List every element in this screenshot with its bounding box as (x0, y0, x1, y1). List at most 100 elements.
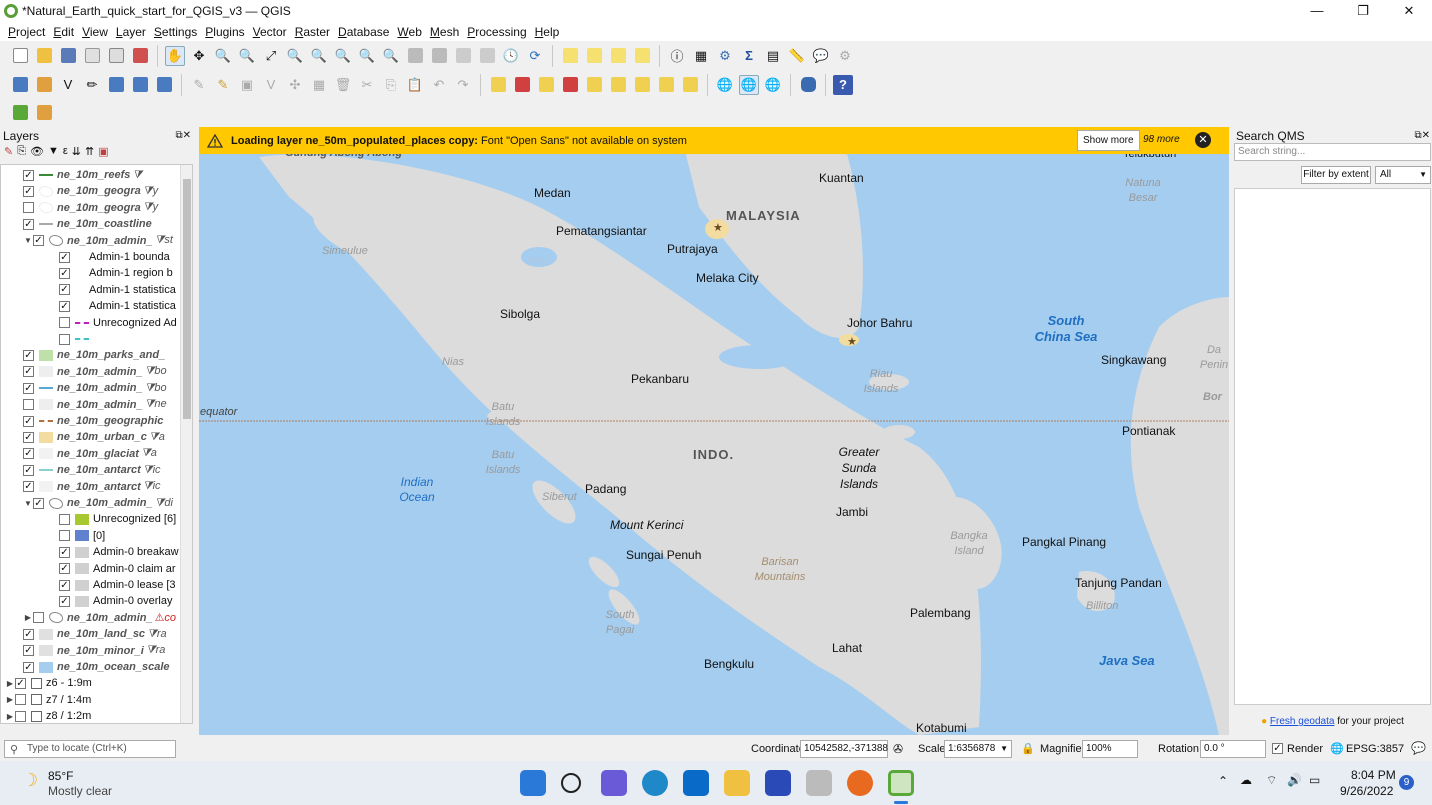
remove-layer-icon[interactable]: ▣ (98, 145, 108, 161)
qgis-taskbar-icon[interactable] (888, 770, 914, 796)
menu-layer[interactable]: Layer (116, 25, 146, 39)
expand-arrow-icon[interactable]: ▶ (23, 613, 33, 622)
layer-filter-icon[interactable]: ⧩ne (145, 398, 167, 411)
layer-filter-icon[interactable]: ⧩ra (147, 628, 167, 641)
render-checkbox[interactable]: ✓ (1272, 743, 1283, 754)
layer-visibility-checkbox[interactable]: ✓ (59, 579, 70, 591)
layer-filter-icon[interactable]: ⧩bo (145, 382, 167, 395)
layer-row[interactable]: ✓ ne_10m_geogra ⧩y (1, 183, 181, 199)
new-project-icon[interactable] (10, 46, 30, 66)
save-edits-icon[interactable]: ▣ (237, 75, 257, 95)
expand-arrow-icon[interactable]: ▶ (5, 712, 15, 721)
layer-row[interactable]: ne_10m_geogra ⧩y (1, 200, 181, 216)
qms-results-list[interactable] (1234, 188, 1431, 705)
menu-processing[interactable]: Processing (467, 25, 526, 39)
toggle-extents-icon[interactable]: ✇ (893, 742, 903, 756)
layer-filter-icon[interactable]: ⧩y (143, 185, 158, 198)
visual-studio-icon[interactable] (765, 770, 791, 796)
globe-search-icon[interactable]: 🌐 (739, 74, 759, 95)
clock-date[interactable]: 9/26/2022 (1340, 784, 1393, 798)
deselect-icon[interactable] (608, 46, 628, 66)
refresh-icon[interactable]: ⟳ (525, 46, 545, 66)
layer-row[interactable]: ✓ ne_10m_land_sc ⧩ra (1, 626, 181, 642)
menu-view[interactable]: View (82, 25, 108, 39)
file-explorer-icon[interactable] (724, 770, 750, 796)
select-location-icon[interactable] (632, 46, 652, 66)
add-vector-icon[interactable] (34, 75, 54, 95)
collapse-arrow-icon[interactable]: ▼ (23, 499, 33, 508)
add-delimited-text-icon[interactable]: V (58, 75, 78, 95)
save-project-icon[interactable] (58, 46, 78, 66)
layer-visibility-checkbox[interactable]: ✓ (23, 481, 34, 493)
layer-row[interactable]: ▼ ✓ ne_10m_admin_ ⧩di (1, 495, 181, 511)
layer-visibility-checkbox[interactable]: ✓ (59, 563, 70, 575)
firefox-icon[interactable] (847, 770, 873, 796)
layer-filter-icon[interactable]: ⧩st (155, 234, 173, 247)
layer-visibility-checkbox[interactable]: ✓ (33, 235, 44, 247)
layer-visibility-checkbox[interactable] (59, 317, 70, 329)
layer-row[interactable]: ✓ ne_10m_admin_ ⧩bo (1, 364, 181, 380)
modify-attributes-icon[interactable]: ▦ (309, 75, 329, 95)
layer-filter-icon[interactable]: ⧩a (149, 431, 165, 444)
identify-icon[interactable]: ⓘ (667, 46, 687, 66)
python-console-icon[interactable] (798, 75, 818, 95)
layer-visibility-checkbox[interactable]: ✓ (59, 300, 70, 312)
layer-row[interactable]: ✓ ne_10m_glaciat ⧩a (1, 446, 181, 462)
scrollbar-thumb[interactable] (183, 179, 191, 419)
chevron-up-icon[interactable]: ⌃ (1218, 774, 1228, 788)
layer-row[interactable]: ✓ Admin-0 claim ar (1, 561, 181, 577)
layer-visibility-checkbox[interactable] (15, 694, 26, 706)
layer-visibility-checkbox[interactable]: ✓ (23, 169, 34, 181)
notification-badge[interactable]: 9 (1399, 775, 1414, 790)
add-group-icon[interactable]: ⎘ (17, 145, 26, 161)
menu-mesh[interactable]: Mesh (430, 25, 459, 39)
menu-project[interactable]: Project (8, 25, 45, 39)
layer-row[interactable]: ne_10m_admin_ ⧩ne (1, 397, 181, 413)
select-by-value-icon[interactable] (584, 46, 604, 66)
layer-row[interactable]: ✓ ne_10m_minor_i ⧩ra (1, 643, 181, 659)
menu-raster[interactable]: Raster (295, 25, 330, 39)
layer-row[interactable]: ✓ Admin-1 statistica (1, 298, 181, 314)
globe-network-icon[interactable]: 🌐 (763, 75, 783, 95)
teams-chat-icon[interactable] (601, 770, 627, 796)
redo-icon[interactable]: ↷ (453, 75, 473, 95)
layer-filter-icon[interactable]: ⚠co (155, 611, 176, 624)
rotate-label-icon[interactable] (608, 75, 628, 95)
vertex-tool-icon[interactable]: ✣ (285, 75, 305, 95)
layer-row[interactable]: ✓ ne_10m_geographic (1, 413, 181, 429)
layer-visibility-checkbox[interactable]: ✓ (15, 677, 26, 689)
start-windows-icon[interactable] (520, 770, 546, 796)
layer-visibility-checkbox[interactable]: ✓ (23, 645, 34, 657)
layer-visibility-checkbox[interactable]: ✓ (23, 448, 34, 460)
save-as-icon[interactable] (82, 46, 102, 66)
layer-filter-icon[interactable]: ⧩ic (143, 480, 161, 493)
select-features-icon[interactable] (560, 46, 580, 66)
layer-visibility-checkbox[interactable]: ✓ (23, 185, 34, 197)
layer-row[interactable]: ✓ ne_10m_coastline (1, 216, 181, 232)
expand-arrow-icon[interactable]: ▶ (5, 695, 15, 704)
crs-label[interactable]: EPSG:3857 (1346, 743, 1404, 755)
digitize-icon[interactable]: ✏ (82, 75, 102, 95)
temporal-controller-icon[interactable]: 🕓 (501, 46, 521, 66)
measure-icon[interactable]: 📏 (787, 46, 807, 66)
maximize-button[interactable]: ❐ (1340, 0, 1386, 22)
layer-row[interactable]: ✓ Admin-0 breakaw (1, 544, 181, 560)
layer-row[interactable]: ▶ z7 / 1:4m (1, 692, 181, 708)
open-project-icon[interactable] (34, 46, 54, 66)
layer-visibility-checkbox[interactable]: ✓ (59, 284, 70, 296)
help-icon[interactable]: ? (833, 74, 853, 95)
zoom-layer-icon[interactable]: 🔍 (309, 46, 329, 66)
edit-pencil-icon[interactable]: ✎ (189, 75, 209, 95)
messages-icon[interactable]: 💬 (1411, 741, 1426, 755)
layer-row[interactable]: ✓ ne_10m_antarct ⧩ic (1, 462, 181, 478)
layer-visibility-checkbox[interactable]: ✓ (23, 366, 34, 378)
layer-visibility-checkbox[interactable]: ✓ (59, 251, 70, 263)
manage-visibility-icon[interactable]: 👁 (30, 145, 44, 161)
layer-visibility-checkbox[interactable]: ✓ (23, 349, 34, 361)
layer-filter-icon[interactable]: ⧩a (141, 447, 157, 460)
menu-database[interactable]: Database (338, 25, 389, 39)
layer-visibility-checkbox[interactable]: ✓ (23, 464, 34, 476)
layer-visibility-checkbox[interactable]: ✓ (59, 546, 70, 558)
layer-filter-icon[interactable]: ⧩ra (146, 644, 166, 657)
layer-visibility-checkbox[interactable] (33, 612, 44, 624)
